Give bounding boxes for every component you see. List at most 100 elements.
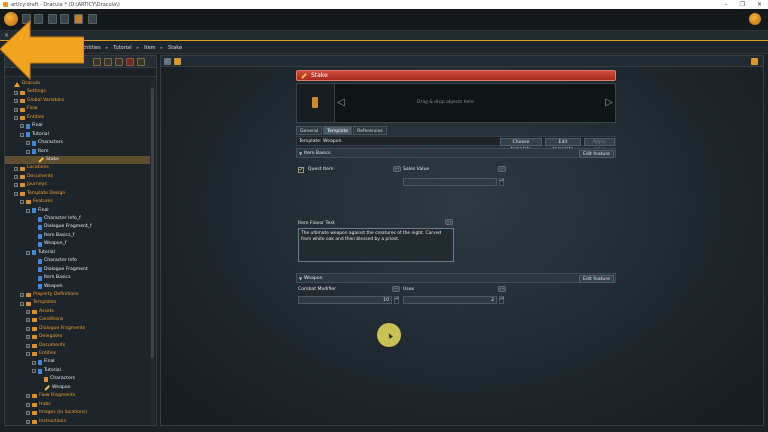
tree-item[interactable]: − Template Design bbox=[5, 190, 150, 198]
tree-expander-icon[interactable]: − bbox=[14, 115, 18, 120]
tree-item[interactable]: + Settings bbox=[5, 88, 150, 96]
tree-item[interactable]: Weapon_f bbox=[5, 240, 150, 248]
tree-expander-icon[interactable]: − bbox=[26, 250, 30, 255]
tree-item[interactable]: Character Info bbox=[5, 257, 150, 265]
delete-icon[interactable] bbox=[126, 58, 134, 66]
breadcrumb-entities[interactable]: Entities bbox=[82, 45, 101, 51]
tree-item[interactable]: + Delegates bbox=[5, 333, 150, 341]
tree-item[interactable]: Characters bbox=[5, 375, 150, 383]
sales-value-spinner[interactable]: ▲▼ bbox=[499, 178, 504, 186]
forward-icon[interactable] bbox=[174, 58, 181, 65]
tree-expander-icon[interactable]: + bbox=[26, 402, 30, 407]
tree-expander-icon[interactable]: − bbox=[32, 369, 36, 374]
tree-item[interactable]: + Hubs bbox=[5, 401, 150, 409]
sales-value-options-icon[interactable]: ··· bbox=[393, 166, 401, 172]
edit-feature-button[interactable]: Edit feature bbox=[579, 150, 614, 158]
combat-modifier-options-icon[interactable]: ··· bbox=[392, 286, 400, 292]
tree-expander-icon[interactable]: + bbox=[26, 310, 30, 315]
tree-item[interactable]: Item Basics_f bbox=[5, 232, 150, 240]
attachment-dropzone[interactable]: ◁ Drag & drop objects here ▷ bbox=[296, 83, 616, 123]
tree-item[interactable]: + Documents bbox=[5, 342, 150, 350]
breadcrumb-stake[interactable]: Stake bbox=[168, 45, 182, 51]
tree-item[interactable]: + Locations bbox=[5, 164, 150, 172]
tree-expander-icon[interactable]: + bbox=[26, 419, 30, 424]
tree-expander-icon[interactable]: − bbox=[26, 352, 30, 357]
tree-item[interactable]: + Journeys bbox=[5, 181, 150, 189]
tree-item[interactable]: + Global Variables bbox=[5, 97, 150, 105]
tree-expander-icon[interactable]: + bbox=[26, 394, 30, 399]
quest-item-checkbox[interactable]: ✔ bbox=[298, 167, 304, 173]
object-title-bar[interactable]: Stake bbox=[296, 70, 616, 81]
choose-template-button[interactable]: Choose template bbox=[500, 138, 542, 152]
tree-expander-icon[interactable]: + bbox=[14, 175, 18, 180]
tree-expander-icon[interactable]: − bbox=[20, 301, 24, 306]
tree-expander-icon[interactable]: + bbox=[14, 166, 18, 171]
tree-item[interactable]: − Item bbox=[5, 148, 150, 156]
tree-item[interactable]: Character Info_f bbox=[5, 215, 150, 223]
minimize-button[interactable]: – bbox=[725, 1, 728, 8]
user-avatar-icon[interactable] bbox=[749, 13, 761, 25]
tree-item[interactable]: + Flow bbox=[5, 105, 150, 113]
tree-item[interactable]: − Tutorial bbox=[5, 249, 150, 257]
tree-item[interactable]: Weapon bbox=[5, 283, 150, 291]
edit-template-button[interactable]: Edit template bbox=[545, 138, 581, 152]
tree-item[interactable]: − Final bbox=[5, 207, 150, 215]
item-basics-header[interactable]: ▼ Item Basics Edit feature bbox=[296, 148, 616, 158]
close-window-button[interactable]: ✕ bbox=[757, 1, 762, 8]
navigator-scrollbar[interactable] bbox=[150, 80, 155, 425]
tree-item[interactable]: − Entities bbox=[5, 350, 150, 358]
tree-item[interactable]: − Entities bbox=[5, 114, 150, 122]
tree-item[interactable]: + Characters bbox=[5, 139, 150, 147]
breadcrumb-tutorial[interactable]: Tutorial bbox=[113, 45, 131, 51]
tab-template[interactable]: Template bbox=[323, 126, 353, 135]
tree-item[interactable]: Item Basics bbox=[5, 274, 150, 282]
search-icon[interactable] bbox=[751, 58, 758, 65]
help-icon[interactable] bbox=[88, 14, 97, 24]
uses-spinner[interactable]: ▲▼ bbox=[499, 296, 504, 304]
tree-item[interactable]: + Flow Fragments bbox=[5, 392, 150, 400]
sales-value-input[interactable] bbox=[403, 178, 497, 186]
scroll-right-icon[interactable]: ▷ bbox=[605, 97, 613, 108]
tree-expander-icon[interactable]: + bbox=[26, 335, 30, 340]
weapon-header[interactable]: ▼ Weapon Edit feature bbox=[296, 273, 616, 283]
tree-item[interactable]: − Features bbox=[5, 198, 150, 206]
maximize-button[interactable]: ❐ bbox=[740, 1, 745, 8]
tree-expander-icon[interactable]: − bbox=[20, 200, 24, 205]
tree-item[interactable]: + Images (in locations) bbox=[5, 409, 150, 417]
tree-expander-icon[interactable]: + bbox=[20, 124, 24, 129]
breadcrumb-item[interactable]: Item bbox=[144, 45, 155, 51]
flavor-text-options-icon[interactable]: ··· bbox=[445, 219, 453, 225]
combat-modifier-spinner[interactable]: ▲▼ bbox=[394, 296, 399, 304]
zoom-icon[interactable] bbox=[115, 58, 123, 66]
uses-input[interactable]: 2 bbox=[403, 296, 497, 304]
tree-expander-icon[interactable]: − bbox=[26, 149, 30, 154]
tree-expander-icon[interactable]: − bbox=[20, 132, 24, 137]
tree-item[interactable]: + Final bbox=[5, 122, 150, 130]
apply-color-button[interactable]: Apply color bbox=[584, 138, 615, 152]
tree-item[interactable]: Weapon bbox=[5, 384, 150, 392]
uses-options-icon[interactable]: ··· bbox=[498, 286, 506, 292]
tree-expander-icon[interactable]: + bbox=[32, 360, 36, 365]
tree-expander-icon[interactable]: + bbox=[26, 343, 30, 348]
tab-references[interactable]: References bbox=[353, 126, 387, 135]
tree-expander-icon[interactable]: + bbox=[14, 183, 18, 188]
flavor-text-input[interactable]: The ultimate weapon against the creature… bbox=[298, 228, 454, 262]
sales-value-reset-icon[interactable]: · bbox=[498, 166, 506, 172]
tree-item[interactable]: + Dialogue Fragments bbox=[5, 325, 150, 333]
tree-item[interactable]: Dialogue Fragment bbox=[5, 266, 150, 274]
search-icon[interactable] bbox=[104, 58, 112, 66]
preview-thumbnail[interactable] bbox=[297, 84, 335, 122]
tree-expander-icon[interactable]: + bbox=[26, 326, 30, 331]
tree-item[interactable]: + Conditions bbox=[5, 316, 150, 324]
tree-expander-icon[interactable]: + bbox=[14, 99, 18, 104]
tree-expander-icon[interactable]: + bbox=[26, 318, 30, 323]
tree-item[interactable]: + Assets bbox=[5, 308, 150, 316]
tree-item[interactable]: Stake bbox=[5, 155, 150, 165]
tree-item[interactable]: − Tutorial bbox=[5, 131, 150, 139]
tree-expander-icon[interactable]: + bbox=[20, 293, 24, 298]
tab-general[interactable]: General bbox=[296, 126, 323, 135]
scrollbar-thumb[interactable] bbox=[151, 88, 154, 358]
combat-modifier-input[interactable]: 10 bbox=[298, 296, 392, 304]
tree-item[interactable]: + Property Definitions bbox=[5, 291, 150, 299]
tree-item[interactable]: − Templates bbox=[5, 299, 150, 307]
